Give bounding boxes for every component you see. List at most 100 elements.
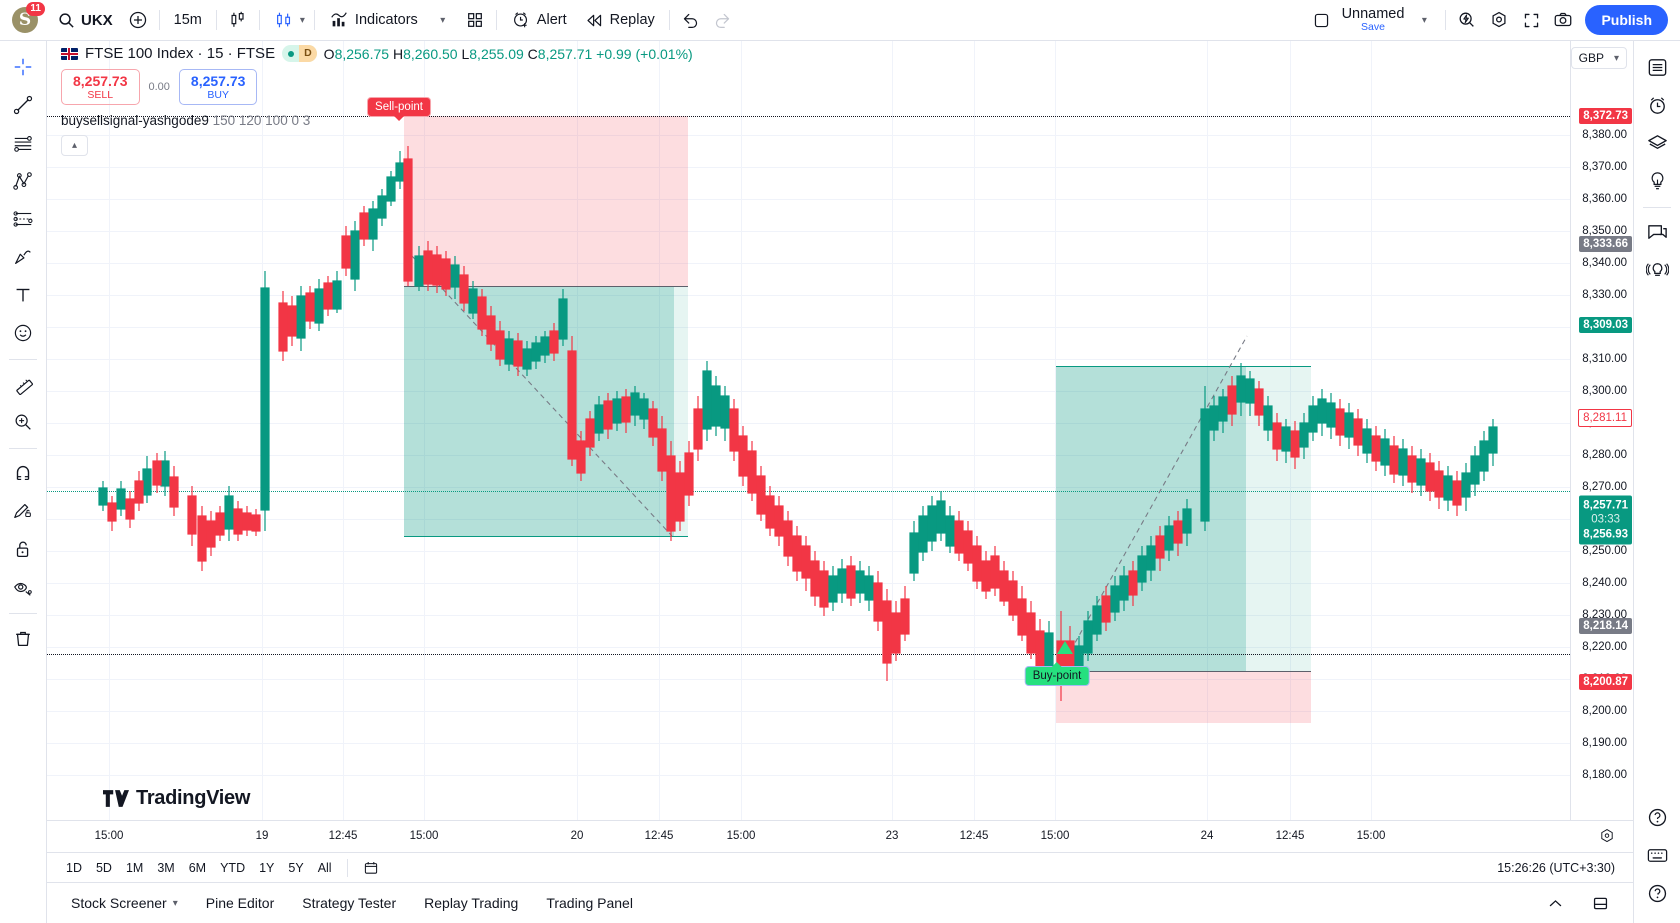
price-tick: 8,330.00	[1582, 289, 1627, 301]
replay-button[interactable]: Replay	[576, 5, 664, 35]
horizontal-lines-tool[interactable]	[6, 125, 40, 161]
chevron-down-icon[interactable]: ▾	[300, 15, 305, 26]
layout-name-button[interactable]: Unnamed Save	[1338, 6, 1409, 33]
price-tick: 8,200.00	[1582, 705, 1627, 717]
zoom-in-tool[interactable]	[6, 404, 40, 440]
chart-settings-button[interactable]	[1483, 5, 1515, 35]
strategy-tester-button[interactable]: Strategy Tester	[290, 889, 408, 917]
layout-button[interactable]	[1306, 5, 1338, 35]
buy-point-marker[interactable]: Buy-point	[1024, 662, 1090, 686]
undo-button[interactable]	[675, 5, 707, 35]
hide-drawings-tool[interactable]	[6, 569, 40, 605]
remove-drawings-tool[interactable]	[6, 620, 40, 656]
symbol-title[interactable]: FTSE 100 Index · 15 · FTSE	[85, 45, 275, 62]
layout-menu-caret[interactable]: ▾	[1408, 5, 1440, 35]
symbol-search-button[interactable]: UKX	[52, 5, 122, 35]
ohlc-change: +0.99 (+0.01%)	[596, 45, 693, 62]
chevron-down-icon: ▾	[1613, 52, 1619, 64]
keyboard-shortcuts-icon[interactable]	[1640, 837, 1674, 873]
sell-button[interactable]: 8,257.73 SELL	[61, 69, 140, 106]
cross-cursor-tool[interactable]	[6, 49, 40, 85]
indicators-button[interactable]: Indicators	[320, 5, 427, 35]
chart-templates-button[interactable]	[459, 5, 491, 35]
range-3m[interactable]: 3M	[150, 858, 181, 878]
price-label-last: 8,257.71	[1583, 499, 1628, 512]
time-tick: 15:00	[94, 830, 124, 842]
range-6m[interactable]: 6M	[182, 858, 213, 878]
price-tick: 8,360.00	[1582, 193, 1627, 205]
time-range-bar: 1D 5D 1M 3M 6M YTD 1Y 5Y All 15:26:26 (U…	[47, 852, 1633, 882]
indicator-params: 150 120 100 0 3	[212, 113, 311, 129]
range-1y[interactable]: 1Y	[252, 858, 281, 878]
alerts-icon[interactable]	[1640, 87, 1674, 123]
interval-button[interactable]: 15m	[165, 5, 211, 35]
fib-retracement-tool[interactable]	[6, 201, 40, 237]
range-ytd[interactable]: YTD	[213, 858, 252, 878]
grid-icon	[466, 11, 484, 29]
buy-button[interactable]: 8,257.73 BUY	[178, 69, 258, 106]
snapshot-button[interactable]	[1547, 5, 1579, 35]
question-icon[interactable]	[1640, 875, 1674, 911]
maximize-panel-button[interactable]	[1580, 889, 1621, 918]
range-5d[interactable]: 5D	[89, 858, 119, 878]
data-window-icon[interactable]	[1640, 125, 1674, 161]
expand-panel-button[interactable]	[1535, 889, 1576, 918]
lock-drawings-tool[interactable]	[6, 531, 40, 567]
divider	[215, 10, 217, 30]
chevron-up-icon: ▴	[71, 140, 78, 152]
time-tick: 23	[885, 830, 899, 842]
ohlc-l: 8,255.09	[469, 45, 524, 62]
clock-label[interactable]: 15:26:26 (UTC+3:30)	[1497, 861, 1621, 875]
help-circle-icon[interactable]	[1640, 799, 1674, 835]
range-5y[interactable]: 5Y	[281, 858, 310, 878]
alert-button[interactable]: Alert	[502, 5, 576, 35]
ideas-icon[interactable]	[1640, 252, 1674, 288]
range-1m[interactable]: 1M	[119, 858, 150, 878]
brush-tool[interactable]	[6, 239, 40, 275]
save-label[interactable]: Save	[1361, 22, 1385, 33]
chart-type-button[interactable]	[222, 5, 254, 35]
go-to-date-button[interactable]	[356, 857, 386, 879]
pitchfork-tool[interactable]	[6, 163, 40, 199]
time-tick: 12:45	[959, 830, 989, 842]
range-all[interactable]: All	[311, 858, 339, 878]
add-symbol-button[interactable]	[122, 5, 154, 35]
chart-container: 8,380.00 8,370.00 8,360.00 8,350.00 8,34…	[47, 41, 1633, 923]
app-logo[interactable]: S 11	[12, 2, 45, 33]
publish-button[interactable]: Publish	[1585, 5, 1668, 35]
replay-trading-button[interactable]: Replay Trading	[412, 889, 530, 917]
emoji-tool[interactable]	[6, 315, 40, 351]
chart-canvas[interactable]: Sell-point Buy-point TradingView	[47, 41, 1570, 820]
price-tick: 8,370.00	[1582, 161, 1627, 173]
divider	[158, 10, 160, 30]
time-axis[interactable]: 15:00 19 12:45 15:00 20 12:45 15:00 23 1…	[47, 820, 1633, 852]
time-tick: 12:45	[1275, 830, 1305, 842]
pine-editor-button[interactable]: Pine Editor	[194, 889, 286, 917]
redo-button[interactable]	[707, 5, 739, 35]
price-axis[interactable]: 8,380.00 8,370.00 8,360.00 8,350.00 8,34…	[1570, 41, 1633, 820]
fullscreen-button[interactable]	[1515, 5, 1547, 35]
magnet-tool[interactable]	[6, 455, 40, 491]
timezone-settings-button[interactable]	[1599, 828, 1615, 844]
trading-panel-button[interactable]: Trading Panel	[534, 889, 645, 917]
currency-selector[interactable]: GBP ▾	[1570, 47, 1627, 69]
sell-point-marker[interactable]: Sell-point	[367, 97, 431, 121]
bar-style-button[interactable]: ▾	[265, 5, 309, 35]
hotlist-icon[interactable]	[1640, 163, 1674, 199]
session-status-badge[interactable]: D	[282, 45, 317, 62]
indicators-caret[interactable]: ▾	[427, 5, 459, 35]
watchlist-icon[interactable]	[1640, 49, 1674, 85]
chat-icon[interactable]	[1640, 214, 1674, 250]
drawing-mode-tool[interactable]	[6, 493, 40, 529]
quick-search-button[interactable]	[1451, 5, 1483, 35]
divider	[313, 10, 315, 30]
trend-line-tool[interactable]	[6, 87, 40, 123]
stock-screener-button[interactable]: Stock Screener ▾	[59, 889, 190, 917]
measure-tool[interactable]	[6, 366, 40, 402]
notification-badge[interactable]: 11	[26, 2, 45, 16]
text-tool[interactable]	[6, 277, 40, 313]
indicators-label: Indicators	[354, 12, 418, 28]
time-tick: 15:00	[726, 830, 756, 842]
legend-collapse-button[interactable]: ▴	[61, 135, 88, 157]
range-1d[interactable]: 1D	[59, 858, 89, 878]
